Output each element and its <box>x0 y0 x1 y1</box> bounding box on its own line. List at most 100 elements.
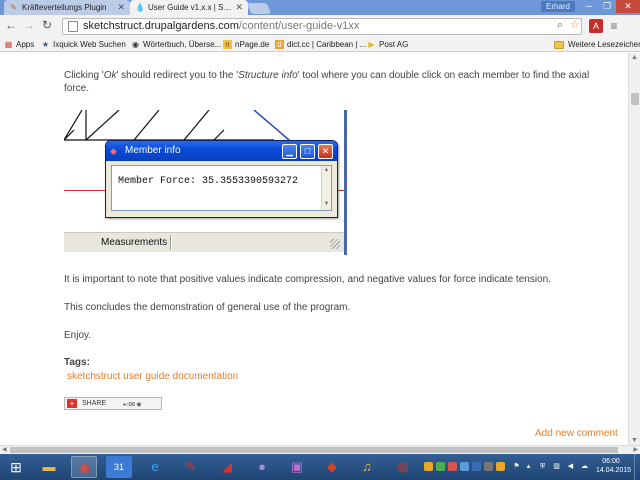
bookmark-label: nPage.de <box>235 40 270 49</box>
headphones-icon[interactable]: ♫ <box>354 456 380 478</box>
scroll-up-icon[interactable]: ▲ <box>631 54 638 61</box>
intro-paragraph: Clicking 'Ok' should redirect you to the… <box>64 69 604 95</box>
tags-link[interactable]: sketchstruct user guide documentation <box>67 371 238 382</box>
tab-close-icon[interactable]: ✕ <box>117 2 125 13</box>
search-icon[interactable]: ⌕ <box>557 18 563 32</box>
bookmark-post[interactable]: ▶ Post AG <box>367 39 408 50</box>
photo-viewer-icon[interactable]: ▣ <box>284 456 310 478</box>
scroll-thumb[interactable] <box>631 93 639 105</box>
tab-kraefteverteilung[interactable]: ✎ Kräfteverteilungs Plugin ✕ <box>4 0 130 15</box>
scroll-thumb[interactable] <box>10 447 618 453</box>
status-separator <box>170 235 171 250</box>
adobe-extension-icon[interactable]: A <box>589 19 603 33</box>
url-path: /content/user-guide-v1xx <box>238 20 360 32</box>
conclusion-paragraph: This concludes the demonstration of gene… <box>64 302 351 313</box>
tab-close-icon[interactable]: ✕ <box>235 2 243 13</box>
user-profile-badge[interactable]: Erhard <box>541 1 575 12</box>
apps-grid-icon: ▦ <box>4 40 13 49</box>
tags-heading: Tags: <box>64 357 90 368</box>
dialog-minimize-button: ▁ <box>282 144 297 159</box>
chevron-up-icon[interactable]: ▴ <box>524 462 533 471</box>
tab-title: Kräfteverteilungs Plugin <box>22 3 107 12</box>
tray-app-icon[interactable] <box>472 462 481 471</box>
bookmark-star-icon[interactable]: ☆ <box>570 18 580 32</box>
member-force-textbox: Member Force: 35.3553390593272 ▲ ▼ <box>111 165 332 211</box>
tray-app-icon[interactable] <box>496 462 505 471</box>
tray-app-icon[interactable] <box>424 462 433 471</box>
scroll-left-icon[interactable]: ◀ <box>2 446 7 453</box>
member-info-dialog: ◆ Member info ▁ □ ✕ Member Force: 35.355… <box>105 140 338 218</box>
drupal-icon: 💧 <box>135 3 145 12</box>
tray-app-icon[interactable] <box>484 462 493 471</box>
tab-user-guide[interactable]: 💧 User Guide v1.x.x | Sketch ✕ <box>130 0 248 15</box>
recorder-icon[interactable]: ◍ <box>390 456 416 478</box>
truss-red-member <box>64 190 106 191</box>
reload-icon[interactable]: ↻ <box>40 18 54 32</box>
sketchup-icon[interactable]: ◆ <box>319 456 345 478</box>
bookmark-label: Ixquick Web Suchen <box>53 40 126 49</box>
npage-icon: n <box>223 40 232 49</box>
enjoy-paragraph: Enjoy. <box>64 330 92 341</box>
network-icon[interactable]: ▥ <box>552 462 561 471</box>
close-window-button[interactable]: ✕ <box>616 0 640 13</box>
bookmark-label: Post AG <box>379 40 409 49</box>
star-icon: ★ <box>41 40 50 49</box>
social-icons: ▪▫✉★ <box>123 400 143 409</box>
back-arrow-icon[interactable]: ← <box>4 18 18 32</box>
cloud-icon[interactable]: ☁ <box>580 462 589 471</box>
scroll-down-icon[interactable]: ▼ <box>631 437 638 444</box>
horizontal-scrollbar[interactable]: ◀ ▶ <box>0 445 640 454</box>
tray-app-icon[interactable] <box>436 462 445 471</box>
scroll-right-icon[interactable]: ▶ <box>633 446 638 453</box>
media-player-icon[interactable]: ● <box>249 456 275 478</box>
dialog-title: Member info <box>125 145 181 156</box>
intro-text: Clicking ' <box>64 70 104 81</box>
new-tab-button[interactable] <box>246 3 272 14</box>
acrobat-icon[interactable]: ◢ <box>214 456 240 478</box>
share-label: SHARE <box>82 400 107 407</box>
member-force-text: Member Force: 35.3553390593272 <box>118 176 299 187</box>
calendar-icon[interactable]: 31 <box>106 456 132 478</box>
address-bar[interactable]: sketchstruct.drupalgardens.com/content/u… <box>62 18 582 35</box>
bookmark-label: Wörterbuch, Überse... <box>143 40 222 49</box>
bookmark-dictcc[interactable]: d dict.cc | Caribbean | ... <box>275 39 366 50</box>
post-horn-icon: ▶ <box>368 40 375 49</box>
window-frame-edge <box>344 110 347 255</box>
tray-app-icon[interactable] <box>460 462 469 471</box>
intro-text: ' should redirect you to the ' <box>116 70 239 81</box>
minimize-window-button[interactable]: ─ <box>580 0 598 13</box>
pen-tool-icon[interactable]: ✎ <box>178 456 204 478</box>
tray-app-icon[interactable] <box>448 462 457 471</box>
forward-arrow-icon[interactable]: → <box>22 18 36 32</box>
bookmark-woerterbuch[interactable]: ◉ Wörterbuch, Überse... <box>131 39 221 50</box>
resize-grip-icon <box>330 239 340 249</box>
bookmark-ixquick[interactable]: ★ Ixquick Web Suchen <box>41 39 126 50</box>
shield-icon[interactable]: ⛨ <box>538 462 547 471</box>
system-clock[interactable]: 06:00 14.04.2015 <box>596 457 632 475</box>
dialog-close-button: ✕ <box>318 144 333 159</box>
internet-explorer-icon[interactable]: e <box>142 456 168 478</box>
bookmark-apps[interactable]: ▦ Apps <box>4 39 35 50</box>
flag-icon[interactable]: ⚑ <box>512 462 521 471</box>
bookmark-npage[interactable]: n nPage.de <box>223 39 269 50</box>
restore-window-button[interactable]: ❐ <box>598 0 616 13</box>
windows-start-icon[interactable]: ⊞ <box>4 456 28 478</box>
share-button[interactable]: + SHARE ▪▫✉★ <box>64 397 162 410</box>
app-status-bar: Measurements <box>64 232 344 252</box>
add-comment-link[interactable]: Add new comment <box>535 428 618 439</box>
scroll-up-icon: ▲ <box>323 167 330 173</box>
plus-icon: + <box>67 399 77 408</box>
volume-icon[interactable]: ◀ <box>566 462 575 471</box>
chrome-icon[interactable]: ◉ <box>71 456 97 478</box>
file-explorer-icon[interactable]: ▬ <box>36 456 62 478</box>
show-desktop-button[interactable] <box>634 454 640 480</box>
menu-icon[interactable]: ≡ <box>607 19 621 33</box>
other-bookmarks-folder[interactable]: Weitere Lesezeichen <box>554 39 640 50</box>
measurements-label: Measurements <box>101 237 168 248</box>
scroll-down-icon: ▼ <box>323 201 330 207</box>
clock-date: 14.04.2015 <box>596 467 632 474</box>
dialog-titlebar: ◆ Member info ▁ □ ✕ <box>106 141 337 161</box>
vertical-scrollbar[interactable]: ▲ ▼ <box>628 53 640 445</box>
url-host: sketchstruct.drupalgardens.com <box>83 20 239 32</box>
ruby-app-icon: ◆ <box>110 146 117 156</box>
